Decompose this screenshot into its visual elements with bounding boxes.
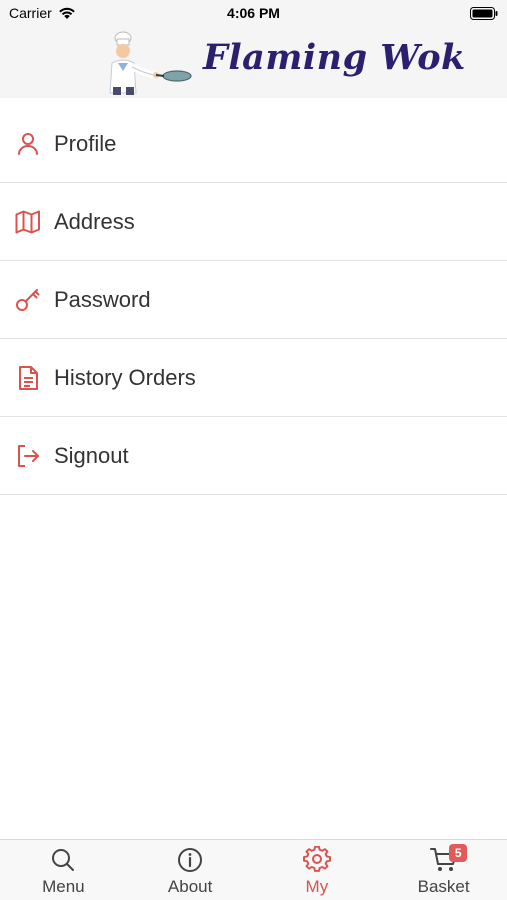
menu-item-address[interactable]: Address	[0, 183, 507, 261]
menu-item-label: Signout	[54, 442, 129, 468]
tab-about[interactable]: About	[127, 840, 254, 900]
tab-basket[interactable]: 5 Basket	[380, 840, 507, 900]
menu-item-signout[interactable]: Signout	[0, 417, 507, 495]
map-icon	[15, 210, 40, 233]
tab-label: My	[305, 877, 329, 896]
person-icon	[18, 132, 38, 155]
menu-item-history-orders[interactable]: History Orders	[0, 339, 507, 417]
menu-item-label: Profile	[54, 130, 117, 156]
document-icon	[19, 365, 38, 390]
menu-item-label: Address	[54, 208, 135, 234]
status-bar: Carrier 4:06 PM	[0, 0, 507, 26]
search-icon	[52, 849, 75, 871]
menu-item-label: History Orders	[54, 364, 196, 390]
info-icon	[178, 848, 203, 872]
chef-logo-icon	[109, 31, 192, 95]
key-icon	[16, 288, 40, 311]
tab-label: About	[167, 877, 213, 896]
signout-icon	[18, 444, 39, 467]
tab-my[interactable]: My	[254, 840, 381, 900]
app-screen: Carrier 4:06 PM Flaming Wok Profile Addr…	[0, 0, 507, 900]
gear-icon	[302, 846, 331, 872]
tab-menu[interactable]: Menu	[0, 840, 127, 900]
tab-label: Basket	[417, 877, 470, 896]
settings-menu: Profile Address Password History Orders …	[0, 105, 507, 495]
battery-icon	[470, 7, 498, 23]
menu-item-profile[interactable]: Profile	[0, 105, 507, 183]
tab-label: Menu	[42, 877, 85, 896]
status-time: 4:06 PM	[227, 5, 280, 21]
menu-item-password[interactable]: Password	[0, 261, 507, 339]
menu-item-label: Password	[54, 286, 151, 312]
app-header: Flaming Wok	[0, 26, 507, 98]
tab-bar: Menu About My 5 Basket	[0, 839, 507, 900]
brand-title: Flaming Wok	[203, 37, 466, 78]
basket-count-badge: 5	[449, 844, 468, 862]
